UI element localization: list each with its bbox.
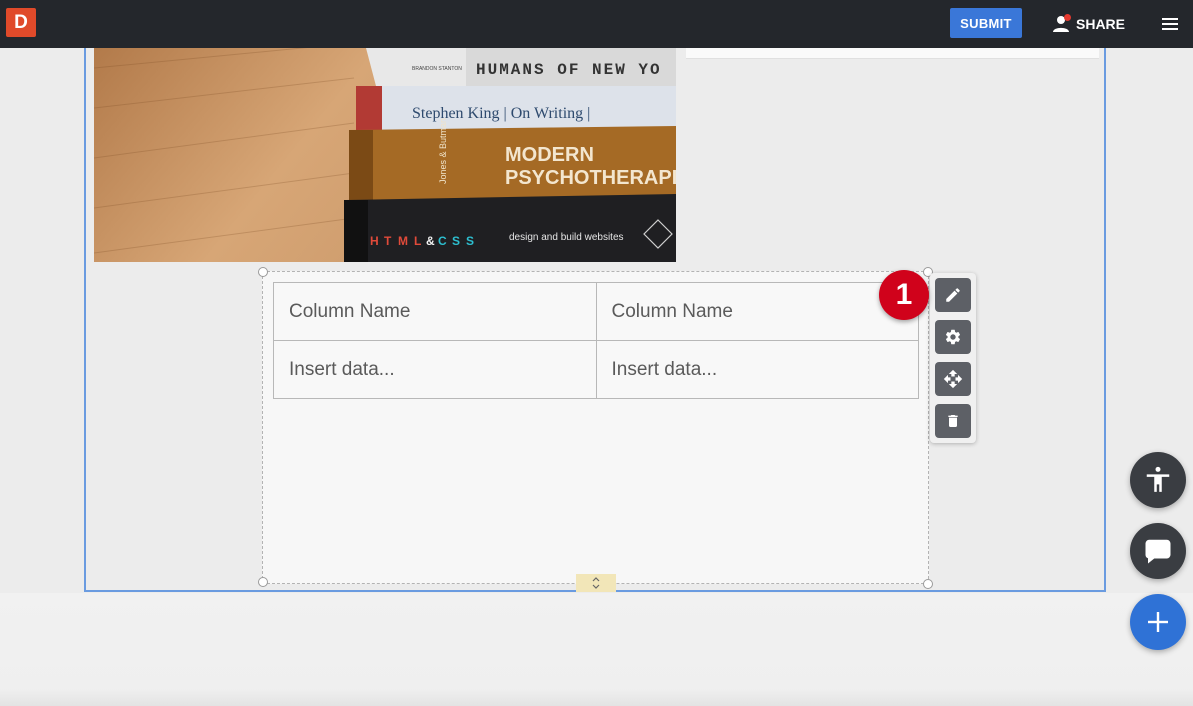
table-header-cell[interactable]: Column Name [273,282,597,341]
hamburger-menu-icon[interactable] [1160,14,1180,34]
share-label: SHARE [1076,16,1126,32]
book-title-modern: MODERN [505,144,594,166]
table-cell[interactable]: Insert data... [595,340,919,399]
resize-arrows-icon [592,577,600,589]
table-row: Insert data... Insert data... [273,340,919,399]
book-spine-author: Jones & Butman [438,118,448,184]
table-header-cell[interactable]: Column Name [595,282,919,341]
book-title-design-websites: design and build websites [509,232,624,243]
top-bar: D SUBMIT SHARE [0,0,1193,48]
chat-button[interactable] [1130,523,1186,579]
notification-dot [1064,14,1071,21]
accessibility-button[interactable] [1130,452,1186,508]
page-footer-area [0,593,1193,706]
resize-handle-bottom-left[interactable] [258,577,268,587]
step-number-badge: 1 [879,270,929,320]
move-button[interactable] [935,362,971,396]
submit-button[interactable]: SUBMIT [950,8,1022,38]
gear-icon [945,329,961,345]
book-title-psychotherapi: PSYCHOTHERAPI [505,167,676,189]
svg-text:C: C [438,234,447,248]
resize-handle-bottom-right[interactable] [923,579,933,589]
settings-button[interactable] [935,320,971,354]
resize-handle-top-left[interactable] [258,267,268,277]
svg-text:&: & [426,234,435,248]
svg-text:H: H [370,234,379,248]
share-button[interactable]: SHARE [1052,10,1125,38]
trash-icon [948,415,958,427]
move-icon [943,369,963,389]
edit-button[interactable] [935,278,971,312]
chat-icon [1145,539,1171,564]
text-block[interactable] [686,48,1099,59]
vertical-resize-handle[interactable] [576,574,616,592]
svg-text:M: M [398,234,408,248]
app-logo[interactable]: D [6,8,36,37]
svg-text:S: S [466,234,474,248]
table-cell[interactable]: Insert data... [273,340,597,399]
book-title-humans: HUMANS OF NEW YO [476,61,662,79]
table-header-row: Column Name Column Name [273,282,919,341]
svg-text:T: T [384,234,392,248]
widget-toolbar [930,273,976,443]
svg-text:S: S [452,234,460,248]
add-button[interactable] [1130,594,1186,650]
person-icon [1052,14,1071,33]
book-spine-stanton: BRANDON STANTON [412,66,462,72]
data-table[interactable]: Column Name Column Name Insert data... I… [273,282,919,399]
plus-icon [1148,612,1168,632]
delete-button[interactable] [935,404,971,438]
svg-text:L: L [414,234,421,248]
edit-icon [946,288,960,302]
books-image[interactable]: HUMANS OF NEW YO BRANDON STANTON Stephen… [94,48,676,262]
accessibility-icon [1146,466,1170,492]
